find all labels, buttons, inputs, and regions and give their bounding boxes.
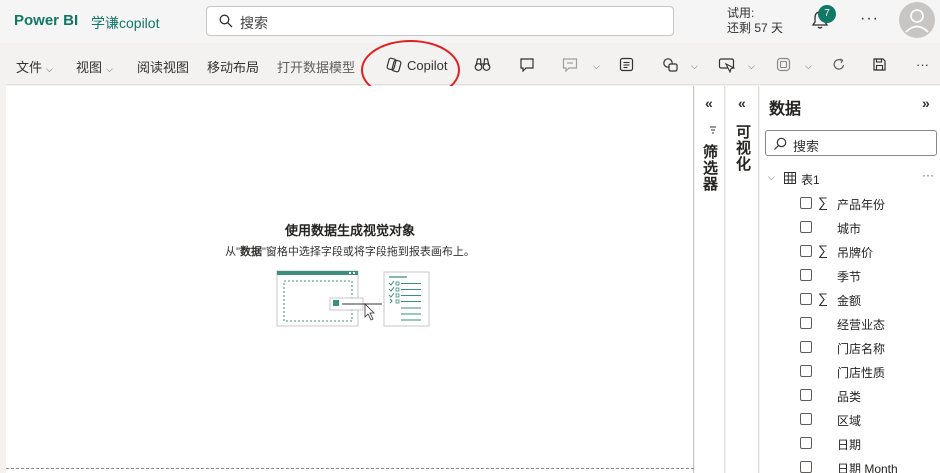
field-item[interactable]: 日期 Month bbox=[798, 458, 938, 473]
text-box-icon[interactable] bbox=[619, 57, 634, 72]
report-canvas[interactable]: 使用数据生成视觉对象 从"数据"窗格中选择字段或将字段拖到报表画布上。 bbox=[6, 86, 694, 473]
field-item[interactable]: 日期 bbox=[798, 434, 938, 454]
chat-disabled-icon[interactable] bbox=[562, 57, 578, 72]
mobile-layout-button[interactable]: 移动布局 bbox=[207, 57, 259, 76]
refresh-icon[interactable] bbox=[832, 57, 846, 72]
field-checkbox[interactable] bbox=[800, 293, 812, 305]
search-icon bbox=[219, 14, 233, 28]
comment-icon[interactable] bbox=[519, 57, 535, 72]
field-item[interactable]: 区域 bbox=[798, 410, 938, 430]
sigma-icon: ∑ bbox=[818, 242, 828, 258]
more-options-button[interactable]: ··· bbox=[860, 10, 879, 28]
filter-icon bbox=[710, 126, 716, 134]
user-icon bbox=[905, 9, 929, 33]
shapes-icon[interactable] bbox=[662, 57, 679, 73]
chevron-down-icon[interactable]: ⌵ bbox=[589, 57, 600, 72]
chevron-down-icon: ⌵ bbox=[106, 64, 113, 74]
field-label: 经营业态 bbox=[837, 318, 886, 332]
field-checkbox[interactable] bbox=[800, 245, 812, 257]
field-item[interactable]: 经营业态 bbox=[798, 314, 938, 334]
global-search-input[interactable]: 搜索 bbox=[206, 6, 674, 36]
field-checkbox[interactable] bbox=[800, 437, 812, 449]
chevron-down-icon[interactable]: ⌵ bbox=[768, 172, 775, 183]
field-item[interactable]: 门店名称 bbox=[798, 338, 938, 358]
binoculars-icon[interactable] bbox=[474, 57, 491, 72]
collapse-filters-icon[interactable]: « bbox=[705, 95, 713, 111]
field-item[interactable]: ∑ 产品年份 bbox=[798, 194, 938, 214]
reading-view-button[interactable]: 阅读视图 bbox=[137, 57, 189, 76]
field-label: 城市 bbox=[837, 222, 862, 236]
field-label: 门店名称 bbox=[837, 342, 886, 356]
trial-label: 试用: bbox=[727, 6, 755, 20]
field-checkbox[interactable] bbox=[800, 221, 812, 233]
table-more-options-icon[interactable]: ··· bbox=[922, 168, 934, 182]
data-pane-title: 数据 bbox=[769, 101, 802, 118]
view-menu-label: 视图 bbox=[76, 60, 103, 75]
field-label: 门店性质 bbox=[837, 366, 886, 380]
field-checkbox[interactable] bbox=[800, 341, 812, 353]
field-label: 日期 Month bbox=[837, 462, 898, 473]
chevron-down-icon[interactable]: ⌵ bbox=[687, 57, 698, 72]
visualizations-pane-label: 可视化 bbox=[734, 124, 751, 172]
field-item[interactable]: 城市 bbox=[798, 218, 938, 238]
table-node-table1[interactable]: ⌵ 表1 ··· bbox=[768, 168, 934, 188]
ribbon-toolbar: 文件 ⌵ 视图 ⌵ 阅读视图 移动布局 打开数据模型 Copilot ⌵ ⌵ ⌵ ⌵… bbox=[6, 45, 940, 85]
ribbon-more-button[interactable]: ··· bbox=[916, 57, 929, 72]
chevron-down-icon[interactable]: ⌵ bbox=[801, 57, 812, 72]
field-label: 季节 bbox=[837, 270, 862, 284]
collapse-data-pane-icon[interactable]: » bbox=[922, 95, 930, 111]
file-menu-label: 文件 bbox=[16, 60, 43, 75]
sigma-icon: ∑ bbox=[818, 290, 828, 306]
top-bar: Power BI 学谦copilot 搜索 试用: 还剩 57 天 7 ··· bbox=[0, 0, 940, 43]
data-search-input[interactable]: 搜索 bbox=[765, 130, 937, 156]
app-brand[interactable]: Power BI bbox=[14, 12, 78, 29]
chevron-down-icon[interactable]: ⌵ bbox=[744, 57, 755, 72]
field-label: 日期 bbox=[837, 438, 862, 452]
data-pane: 数据 » 搜索 ⌵ 表1 ··· ∑ 产品年份城市 ∑ 吊牌价季节 ∑ 金额经营业态门店名… bbox=[760, 86, 940, 473]
expand-visualizations-icon[interactable]: « bbox=[738, 95, 746, 111]
field-item[interactable]: ∑ 金额 bbox=[798, 290, 938, 310]
field-item[interactable]: 季节 bbox=[798, 266, 938, 286]
open-data-model-button[interactable]: 打开数据模型 bbox=[277, 57, 355, 76]
trial-status[interactable]: 试用: 还剩 57 天 bbox=[727, 6, 783, 36]
table-name: 表1 bbox=[801, 173, 820, 187]
field-checkbox[interactable] bbox=[800, 413, 812, 425]
empty-state-title: 使用数据生成视觉对象 bbox=[284, 223, 415, 238]
table-icon bbox=[784, 172, 796, 184]
field-checkbox[interactable] bbox=[800, 461, 812, 473]
field-checkbox[interactable] bbox=[800, 365, 812, 377]
chevron-down-icon: ⌵ bbox=[46, 64, 53, 74]
field-checkbox[interactable] bbox=[800, 317, 812, 329]
notification-badge: 7 bbox=[818, 5, 836, 23]
field-checkbox[interactable] bbox=[800, 269, 812, 281]
field-checkbox[interactable] bbox=[800, 197, 812, 209]
canvas-bottom-border bbox=[6, 468, 694, 469]
file-menu[interactable]: 文件 ⌵ bbox=[16, 57, 53, 76]
filters-pane-label: 筛选器 bbox=[701, 144, 718, 192]
field-item[interactable]: 门店性质 bbox=[798, 362, 938, 382]
workspace-name[interactable]: 学谦copilot bbox=[91, 13, 159, 33]
save-icon[interactable] bbox=[872, 57, 887, 72]
sigma-icon: ∑ bbox=[818, 194, 828, 210]
field-label: 产品年份 bbox=[837, 198, 886, 212]
drag-field-illustration bbox=[276, 270, 430, 327]
data-search-placeholder: 搜索 bbox=[793, 139, 820, 154]
filters-pane[interactable]: « 筛选器 bbox=[695, 86, 725, 473]
search-placeholder: 搜索 bbox=[240, 15, 268, 31]
visual-disabled-icon[interactable] bbox=[776, 57, 791, 72]
buttons-icon[interactable] bbox=[718, 57, 735, 73]
field-label: 品类 bbox=[837, 390, 862, 404]
empty-state-description: 从"数据"窗格中选择字段或将字段拖到报表画布上。 bbox=[225, 246, 475, 258]
field-label: 区域 bbox=[837, 414, 862, 428]
trial-days-left: 还剩 57 天 bbox=[727, 21, 784, 35]
field-item[interactable]: 品类 bbox=[798, 386, 938, 406]
field-label: 金额 bbox=[837, 294, 862, 308]
field-item[interactable]: ∑ 吊牌价 bbox=[798, 242, 938, 262]
visualizations-pane[interactable]: « 可视化 bbox=[726, 86, 759, 473]
field-label: 吊牌价 bbox=[837, 246, 874, 260]
avatar[interactable] bbox=[899, 2, 935, 38]
view-menu[interactable]: 视图 ⌵ bbox=[76, 57, 113, 76]
search-icon bbox=[774, 137, 787, 150]
field-checkbox[interactable] bbox=[800, 389, 812, 401]
